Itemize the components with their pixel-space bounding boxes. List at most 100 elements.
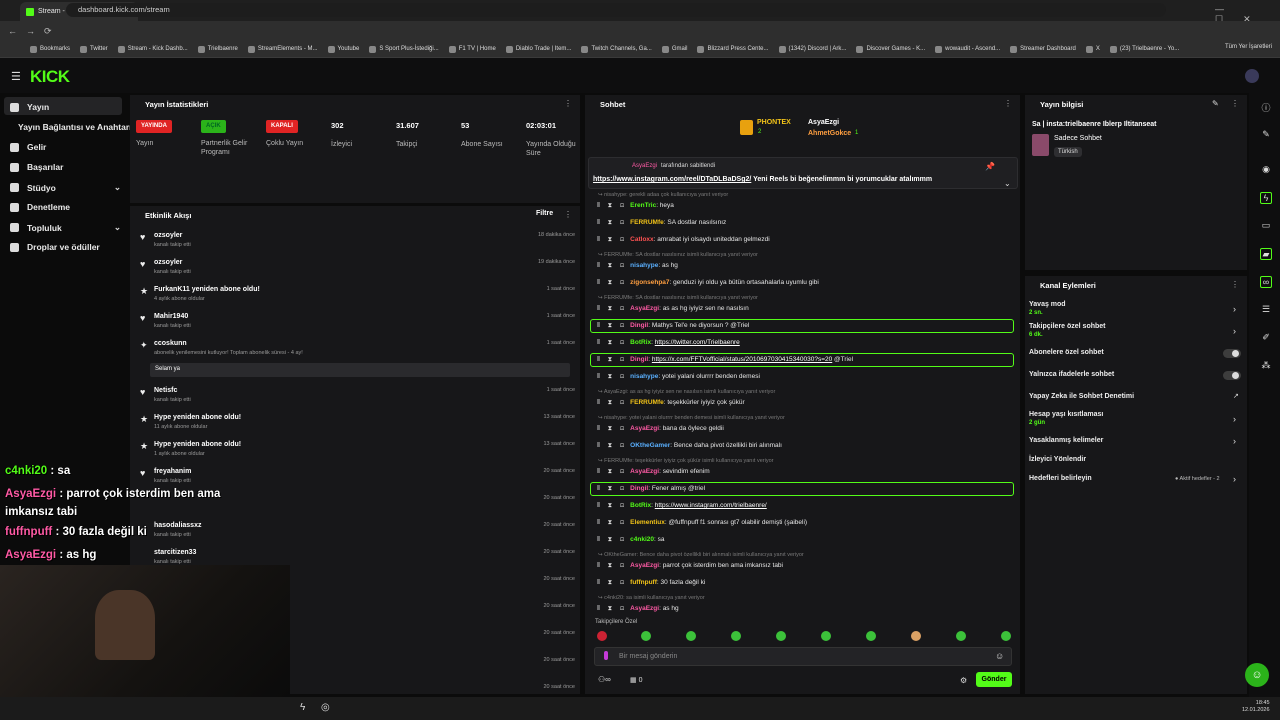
sidebar-item-1[interactable]: Yayın Bağlantısı ve Anahtarı [18,122,133,132]
camera-icon[interactable]: ◉ [1260,164,1272,176]
layers-icon[interactable]: ☰ [1260,304,1272,316]
bookmark-item[interactable]: (23) Trielbaenre - Yo... [1109,45,1179,53]
channel-action-1[interactable]: Takipçilere özel sohbet [1029,323,1106,330]
bookmark-item[interactable]: Blizzard Press Cente... [697,45,769,53]
emote-icon[interactable] [956,631,966,641]
more-options-icon[interactable]: ⋮ [1231,99,1239,108]
bookmark-item[interactable]: Twitter [80,45,108,53]
chat-mod-icons[interactable]: ⦀ ⧗ ⊡ [597,485,627,492]
chat-mod-icons[interactable]: ⦀ ⧗ ⊡ [597,519,627,526]
chat-username[interactable]: AsyaEzgi [630,468,659,475]
chevron-right-icon[interactable]: › [1233,414,1236,424]
chat-username[interactable]: AsyaEzgi [630,605,659,612]
chat-mod-icons[interactable]: ⦀ ⧗ ⊡ [597,442,627,449]
chat-mod-icons[interactable]: ⦀ ⧗ ⊡ [597,236,627,243]
chat-username[interactable]: FERRUMfe [630,219,664,226]
toggle-switch[interactable] [1223,371,1241,380]
chat-link[interactable]: https://x.com/FFTVofficial/status/201069… [652,356,832,363]
url-field[interactable]: dashboard.kick.com/stream [66,3,1166,17]
chat-mod-icons[interactable]: ⦀ ⧗ ⊡ [597,605,627,612]
bookmark-item[interactable]: Youtube [327,45,359,53]
chat-username[interactable]: nisahype [630,373,658,380]
settings-gear-icon[interactable]: ⚙ [960,676,967,685]
external-link-icon[interactable]: ↗ [1233,392,1239,400]
chat-username[interactable]: AsyaEzgi [630,562,659,569]
more-options-icon[interactable]: ⋮ [1231,280,1239,289]
chat-username[interactable]: nisahype [630,262,658,269]
channel-action-3[interactable]: Yalnızca ifadelerle sohbet [1029,371,1114,378]
emote-icon[interactable] [686,631,696,641]
chevron-right-icon[interactable]: › [1233,436,1236,446]
sidebar-item-0[interactable]: Yayın [10,102,125,112]
chevron-down-icon[interactable]: ⌄ [114,222,121,233]
chat-username[interactable]: OKtheGamer [630,442,670,449]
chat-mod-icons[interactable]: ⦀ ⧗ ⊡ [597,219,627,226]
toggle-switch[interactable] [1223,349,1241,358]
emote-icon[interactable] [866,631,876,641]
kick-logo[interactable]: KICK [30,67,70,87]
chat-username[interactable]: fuffnpuff [630,579,657,586]
emote-icon[interactable] [821,631,831,641]
emote-icon[interactable] [641,631,651,641]
chat-mod-icons[interactable]: ⦀ ⧗ ⊡ [597,262,627,269]
user-avatar[interactable] [1245,69,1259,83]
sidebar-item-3[interactable]: Başarılar [10,162,125,172]
more-options-icon[interactable]: ⋮ [564,99,572,108]
bookmark-item[interactable]: Stream - Kick Dashb... [117,45,188,53]
emote-icon[interactable] [731,631,741,641]
pin-icon[interactable]: 📌 [985,162,995,171]
emote-icon[interactable] [597,631,607,641]
chevron-right-icon[interactable]: › [1233,304,1236,314]
emote-icon[interactable] [911,631,921,641]
chat-username[interactable]: AsyaEzgi [630,305,659,312]
chat-link[interactable]: https://twitter.com/Trielbaenre [655,339,740,346]
chat-username[interactable]: Catloxx [630,236,653,243]
bookmark-item[interactable]: Bookmarks [30,45,70,53]
chevron-right-icon[interactable]: › [1233,326,1236,336]
nav-buttons-icon[interactable]: ←→⟳ [8,26,61,37]
bookmark-item[interactable]: Discover Games - K... [856,45,925,53]
chat-username[interactable]: ErenTric [630,202,656,209]
emote-icon[interactable] [1001,631,1011,641]
channel-action-8[interactable]: Hedefleri belirleyin [1029,475,1092,482]
chat-users-icon[interactable]: ⚇∞ [598,675,611,684]
chat-mod-icons[interactable]: ⦀ ⧗ ⊡ [597,202,627,209]
chat-mod-icons[interactable]: ⦀ ⧗ ⊡ [597,279,627,286]
more-options-icon[interactable]: ⋮ [1004,99,1012,108]
bookmark-item[interactable]: F1 TV | Home [448,45,496,53]
bookmark-item[interactable]: (1342) Discord | Ark... [778,45,846,53]
chevron-down-icon[interactable]: ⌄ [1004,179,1011,188]
emote-icon[interactable] [776,631,786,641]
chat-mod-icons[interactable]: ⦀ ⧗ ⊡ [597,399,627,406]
more-options-icon[interactable]: ⋮ [564,210,572,219]
bookmark-item[interactable]: Gmail [661,45,687,53]
bookmark-item[interactable]: Streamer Dashboard [1010,45,1076,53]
stream-category[interactable]: Sadece Sohbet [1054,135,1102,142]
chat-username[interactable]: FERRUMfe [630,399,664,406]
emoji-icon[interactable]: ☺ [995,651,1004,661]
card-icon[interactable]: ▭ [1260,220,1272,232]
chat-username[interactable]: Dingil [630,322,648,329]
channel-action-0[interactable]: Yavaş mod [1029,301,1066,308]
chat-username[interactable]: Dingil [630,356,648,363]
chat-mod-icons[interactable]: ⦀ ⧗ ⊡ [597,579,627,586]
bookmark-item[interactable]: X [1085,45,1100,53]
chat-mod-icons[interactable]: ⦀ ⧗ ⊡ [597,562,627,569]
pinned-link[interactable]: https://www.instagram.com/reel/DTaDLBaDS… [593,176,751,183]
sidebar-item-6[interactable]: Topluluk ⌄ [10,222,125,233]
chat-mod-icons[interactable]: ⦀ ⧗ ⊡ [597,322,627,329]
bookmark-item[interactable]: Twitch Channels, Ga... [581,45,652,53]
all-bookmarks[interactable]: Tüm Yer İşaretleri [1225,44,1272,50]
chat-mod-icons[interactable]: ⦀ ⧗ ⊡ [597,339,627,346]
chat-username[interactable]: c4nki20 [630,536,654,543]
chat-bubble-icon[interactable]: ▰ [1260,248,1272,260]
bookmark-item[interactable]: wowaudit - Ascend... [935,45,1000,53]
taskbar-app-icon-2[interactable]: ◎ [321,702,330,713]
edit-icon[interactable]: ✎ [1212,99,1219,108]
chat-help-button[interactable]: ☺ [1245,663,1269,687]
bookmark-item[interactable]: S Sport Plus-İstediği... [369,45,439,53]
bookmark-item[interactable]: StreamElements - M... [247,45,318,53]
chat-username[interactable]: Elementiux [630,519,665,526]
chat-mod-icons[interactable]: ⦀ ⧗ ⊡ [597,373,627,380]
channel-action-7[interactable]: İzleyici Yönlendir [1029,456,1086,463]
